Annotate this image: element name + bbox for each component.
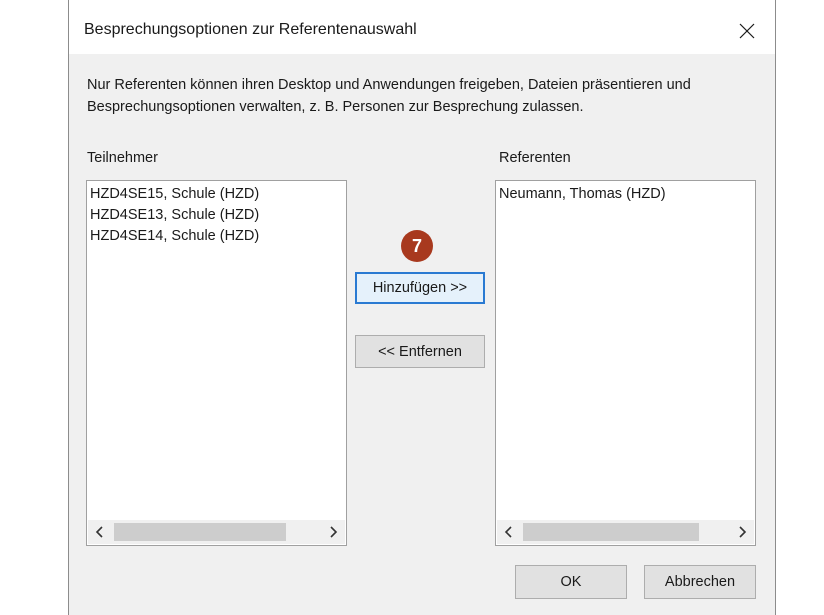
step-number-badge: 7 [401,230,433,262]
page-margin-right [777,0,824,615]
participant-item[interactable]: HZD4SE15, Schule (HZD) [90,184,343,205]
presenter-item[interactable]: Neumann, Thomas (HZD) [499,184,752,205]
dialog-title: Besprechungsoptionen zur Referentenauswa… [84,21,417,38]
chevron-left-icon [95,526,103,538]
chevron-right-icon [739,526,747,538]
participants-listbox[interactable]: HZD4SE15, Schule (HZD) HZD4SE13, Schule … [86,180,347,546]
dialog-description: Nur Referenten können ihren Desktop und … [87,77,691,115]
close-button[interactable] [729,14,765,48]
participant-item[interactable]: HZD4SE14, Schule (HZD) [90,226,343,247]
chevron-left-icon [504,526,512,538]
remove-presenter-button[interactable]: << Entfernen [355,335,485,368]
add-presenter-button[interactable]: Hinzufügen >> [355,272,485,304]
participant-item[interactable]: HZD4SE13, Schule (HZD) [90,205,343,226]
cancel-button[interactable]: Abbrechen [644,565,756,599]
participants-list: HZD4SE15, Schule (HZD) HZD4SE13, Schule … [90,184,343,247]
ok-button[interactable]: OK [515,565,627,599]
page-margin-left [0,0,68,615]
participants-scroll-thumb[interactable] [114,523,286,541]
presenters-scroll-left-button[interactable] [497,520,521,544]
chevron-right-icon [330,526,338,538]
presenters-listbox[interactable]: Neumann, Thomas (HZD) [495,180,756,546]
presenters-hscrollbar[interactable] [497,520,754,544]
presenters-scroll-right-button[interactable] [730,520,754,544]
participants-hscrollbar[interactable] [88,520,345,544]
presenter-options-dialog: Besprechungsoptionen zur Referentenauswa… [68,0,776,615]
presenters-list: Neumann, Thomas (HZD) [499,184,752,205]
participants-label: Teilnehmer [87,150,158,166]
close-icon [739,23,755,39]
participants-scroll-right-button[interactable] [321,520,345,544]
presenters-scroll-thumb[interactable] [523,523,699,541]
participants-scroll-left-button[interactable] [88,520,112,544]
dialog-titlebar: Besprechungsoptionen zur Referentenauswa… [69,0,775,54]
presenters-label: Referenten [499,150,571,166]
